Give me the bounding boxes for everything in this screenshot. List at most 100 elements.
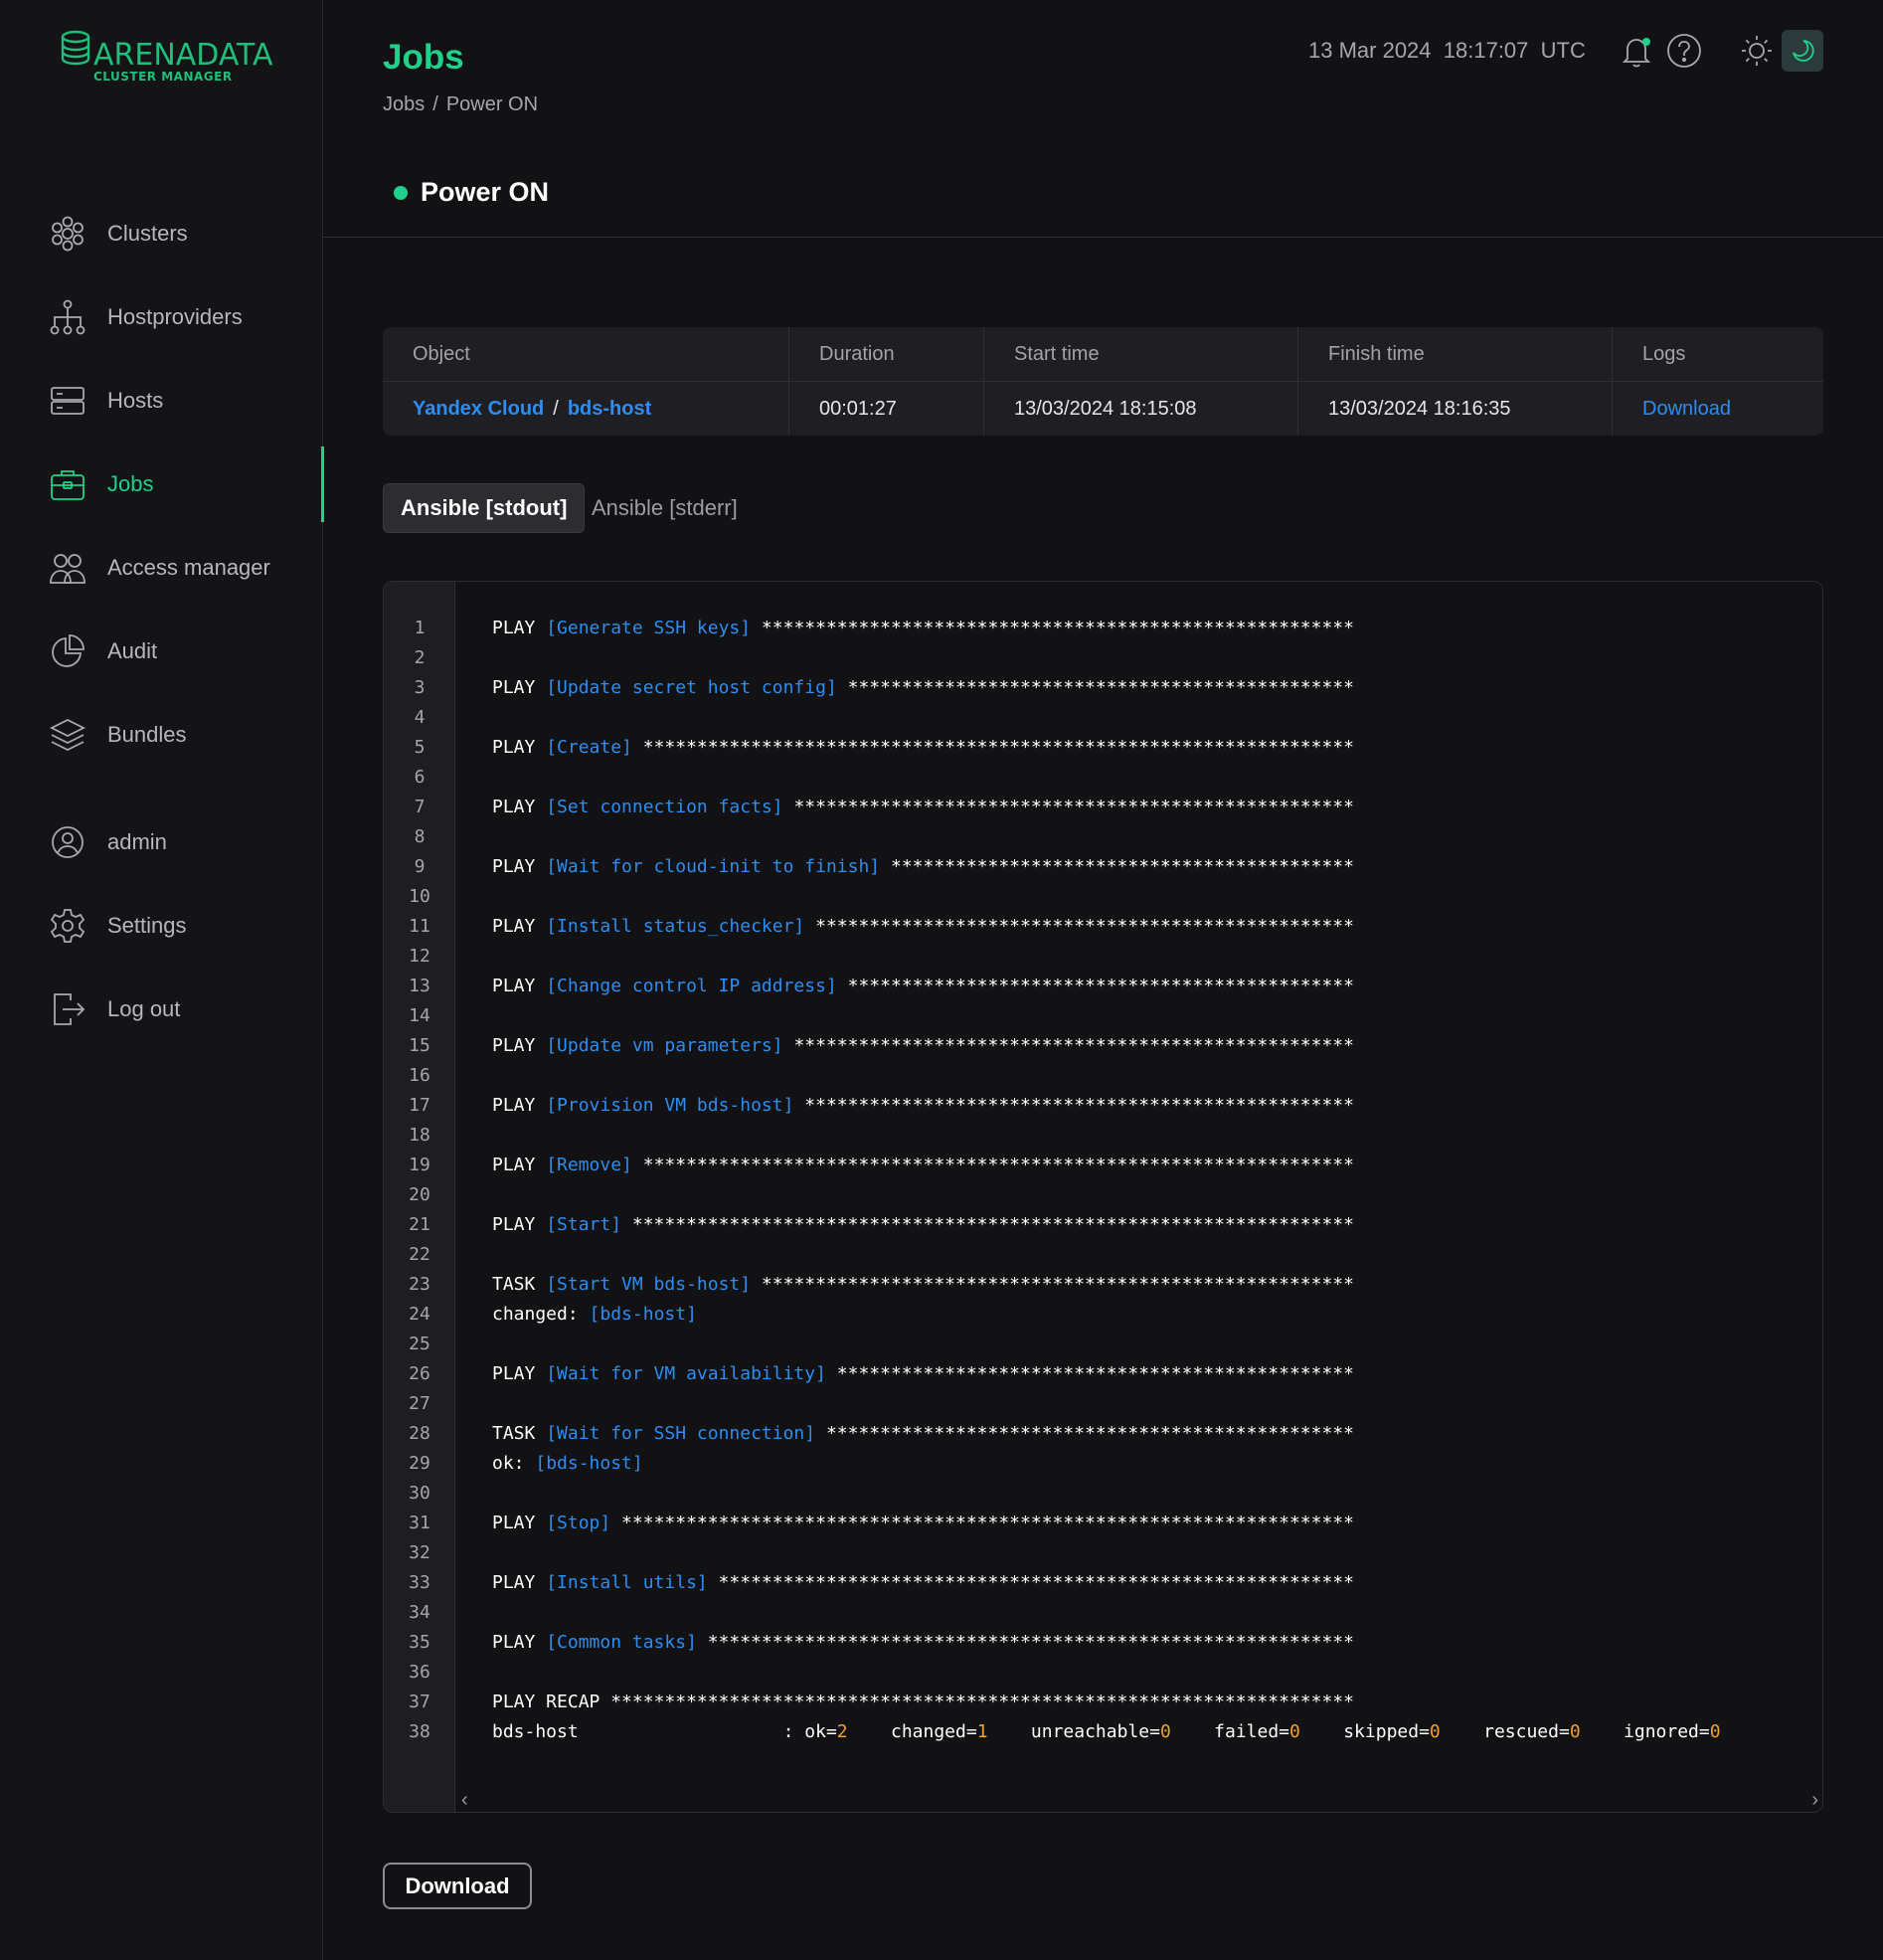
log-line: ok: [bds-host] bbox=[492, 1449, 1820, 1479]
sidebar-item-audit[interactable]: Audit bbox=[0, 622, 323, 681]
log-line: PLAY [Provision VM bds-host] ***********… bbox=[492, 1091, 1820, 1121]
scroll-right-icon[interactable]: › bbox=[1811, 1788, 1818, 1812]
page-title: Jobs bbox=[383, 38, 464, 77]
recap-key: changed= bbox=[891, 1721, 977, 1742]
log-keyword: PLAY bbox=[492, 737, 547, 758]
object-parent-link[interactable]: Yandex Cloud bbox=[413, 398, 544, 421]
log-separator: ****************************************… bbox=[782, 1035, 1354, 1056]
pie-chart-icon bbox=[49, 632, 86, 670]
sidebar-item-jobs[interactable]: Jobs bbox=[0, 446, 324, 522]
line-number: 22 bbox=[409, 1244, 430, 1265]
column-header-object: Object bbox=[413, 342, 470, 365]
object-host-link[interactable]: bds-host bbox=[568, 398, 651, 421]
sidebar-item-settings[interactable]: Settings bbox=[0, 896, 323, 956]
arenadata-logo[interactable]: ARENADATA CLUSTER MANAGER bbox=[58, 28, 273, 88]
moon-icon bbox=[1793, 40, 1814, 62]
log-separator: ****************************************… bbox=[836, 677, 1354, 698]
log-line: bds-host : ok=2 changed=1 unreachable=0 … bbox=[492, 1721, 1721, 1742]
sidebar-item-bundles[interactable]: Bundles bbox=[0, 705, 323, 765]
line-number: 21 bbox=[409, 1214, 430, 1235]
log-separator: ****************************************… bbox=[631, 737, 1354, 758]
log-line: PLAY [Create] **************************… bbox=[492, 733, 1820, 763]
sidebar-item-logout[interactable]: Log out bbox=[0, 980, 323, 1039]
log-line: PLAY [Install utils] *******************… bbox=[492, 1568, 1820, 1598]
log-line: PLAY [Update vm parameters] ************… bbox=[492, 1031, 1820, 1061]
line-number: 4 bbox=[414, 707, 426, 728]
log-viewer[interactable]: ‹ › 1 PLAY [Generate SSH keys] **********… bbox=[383, 581, 1823, 1813]
status-success-dot bbox=[394, 185, 408, 200]
recap-key: skipped= bbox=[1343, 1721, 1430, 1742]
log-keyword: PLAY bbox=[492, 1632, 547, 1653]
log-line: PLAY [Change control IP address] *******… bbox=[492, 972, 1820, 1001]
tab-ansible-stdout[interactable]: Ansible [stdout] bbox=[383, 483, 586, 533]
log-target: [Change control IP address] bbox=[546, 976, 837, 996]
sidebar-item-hosts[interactable]: Hosts bbox=[0, 371, 323, 431]
sun-icon[interactable] bbox=[1738, 32, 1776, 70]
log-target: [Start] bbox=[546, 1214, 622, 1235]
logo-subtitle: CLUSTER MANAGER bbox=[93, 70, 233, 84]
log-keyword: PLAY bbox=[492, 1035, 547, 1056]
log-separator: ****************************************… bbox=[782, 797, 1354, 817]
log-separator: ****************************************… bbox=[610, 1513, 1354, 1533]
log-target: [Install status_checker] bbox=[546, 916, 805, 937]
horizontal-scrollbar[interactable]: ‹ › bbox=[455, 1788, 1822, 1812]
sidebar-item-hostproviders[interactable]: Hostproviders bbox=[0, 287, 323, 347]
job-status-header: Power ON bbox=[394, 177, 549, 208]
line-number: 12 bbox=[409, 946, 430, 967]
line-number: 19 bbox=[409, 1155, 430, 1175]
users-icon bbox=[49, 549, 86, 587]
log-target: [Generate SSH keys] bbox=[546, 618, 752, 638]
log-target: [Create] bbox=[546, 737, 632, 758]
line-number: 9 bbox=[414, 856, 426, 877]
line-number: 7 bbox=[414, 797, 426, 817]
line-number: 11 bbox=[409, 916, 430, 937]
cell-logs: Download bbox=[1613, 382, 1823, 436]
sidebar-item-label: Clusters bbox=[107, 221, 188, 246]
log-separator: ****************************************… bbox=[825, 1363, 1354, 1384]
sidebar-item-label: Access manager bbox=[107, 555, 270, 580]
line-number: 38 bbox=[409, 1721, 430, 1742]
sidebar-item-admin[interactable]: admin bbox=[0, 812, 323, 872]
column-header-logs: Logs bbox=[1642, 342, 1686, 365]
recap-value: 1 bbox=[976, 1721, 988, 1742]
recap-value: 0 bbox=[1709, 1721, 1721, 1742]
recap-value: 0 bbox=[1569, 1721, 1581, 1742]
dark-theme-toggle[interactable] bbox=[1782, 30, 1823, 72]
scroll-left-icon[interactable]: ‹ bbox=[461, 1788, 468, 1812]
log-separator: ****************************************… bbox=[696, 1632, 1354, 1653]
log-separator: ****************************************… bbox=[815, 1423, 1354, 1444]
line-number: 23 bbox=[409, 1274, 430, 1295]
line-number: 26 bbox=[409, 1363, 430, 1384]
sidebar-item-label: Audit bbox=[107, 638, 158, 663]
time-text: 18:17:07 bbox=[1443, 38, 1529, 63]
line-number: 29 bbox=[409, 1453, 430, 1474]
line-number: 5 bbox=[414, 737, 426, 758]
tab-ansible-stderr[interactable]: Ansible [stderr] bbox=[575, 483, 755, 533]
bell-icon[interactable] bbox=[1618, 32, 1655, 70]
log-keyword: PLAY bbox=[492, 856, 547, 877]
logo-icon bbox=[61, 30, 90, 66]
recap-value: 0 bbox=[1429, 1721, 1441, 1742]
line-number: 8 bbox=[414, 826, 426, 847]
sidebar-item-access-manager[interactable]: Access manager bbox=[0, 538, 323, 598]
help-icon[interactable] bbox=[1665, 32, 1703, 70]
logs-download-link[interactable]: Download bbox=[1642, 398, 1731, 421]
breadcrumb-jobs[interactable]: Jobs bbox=[383, 93, 425, 115]
log-separator: ****************************************… bbox=[804, 916, 1354, 937]
download-button[interactable]: Download bbox=[383, 1863, 532, 1909]
line-number: 10 bbox=[409, 886, 430, 907]
cell-finish-time: 13/03/2024 18:16:35 bbox=[1328, 397, 1511, 420]
layers-icon bbox=[49, 716, 86, 754]
line-number: 31 bbox=[409, 1513, 430, 1533]
sidebar-item-clusters[interactable]: Clusters bbox=[0, 204, 323, 264]
log-target: [Set connection facts] bbox=[546, 797, 783, 817]
log-target: [Start VM bds-host] bbox=[546, 1274, 752, 1295]
app: ARENADATA CLUSTER MANAGER Clusters Hostp… bbox=[0, 0, 1883, 1960]
log-keyword: PLAY bbox=[492, 976, 547, 996]
log-line: PLAY [Install status_checker] **********… bbox=[492, 912, 1820, 942]
